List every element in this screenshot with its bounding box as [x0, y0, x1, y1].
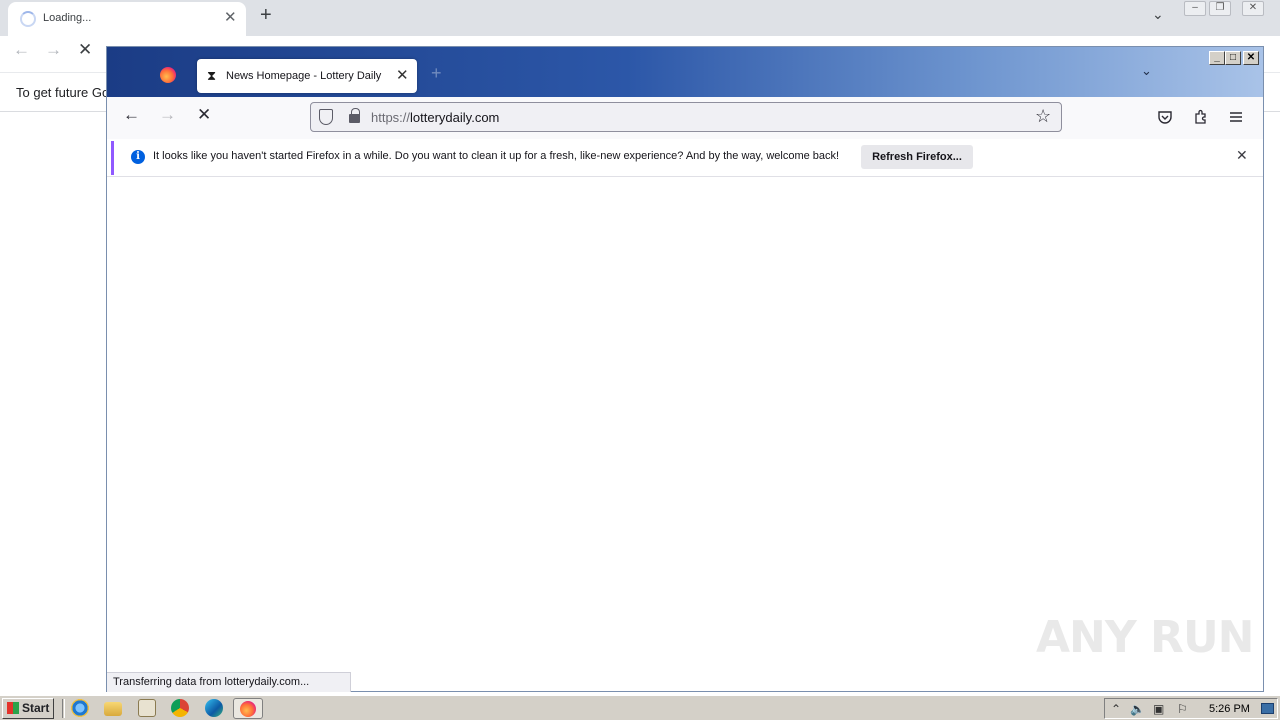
clock[interactable]: 5:26 PM	[1209, 703, 1250, 715]
chrome-tab-title: Loading...	[43, 12, 92, 24]
firefox-close-button[interactable]: ✕	[1243, 51, 1259, 65]
show-desktop-icon[interactable]	[1261, 703, 1274, 714]
chrome-close-button[interactable]: ✕	[1242, 1, 1264, 16]
chrome-tab-search-icon[interactable]: ⌄	[1152, 6, 1164, 23]
tray-expand-icon[interactable]: ⌃	[1111, 702, 1121, 716]
forward-icon[interactable]: →	[159, 105, 176, 125]
system-tray: ⌃ 🔈 ▣ ⚐ 5:26 PM	[1104, 698, 1278, 719]
status-panel: Transferring data from lotterydaily.com.…	[107, 672, 351, 692]
pocket-icon[interactable]	[1157, 109, 1173, 125]
firefox-new-tab-icon[interactable]: +	[431, 63, 442, 84]
back-icon[interactable]: ←	[123, 105, 140, 125]
firefox-tab-list-icon[interactable]: ⌄	[1141, 63, 1152, 79]
extensions-puzzle-icon[interactable]	[1193, 109, 1209, 125]
firefox-minimize-button[interactable]: _	[1209, 51, 1225, 65]
chrome-back-icon[interactable]: ←	[13, 40, 30, 60]
bookmark-star-icon[interactable]: ☆	[1035, 106, 1051, 127]
lock-icon[interactable]	[349, 108, 360, 123]
url-bar[interactable]: https://lotterydaily.com ☆	[310, 102, 1062, 132]
firefox-taskbar-button[interactable]	[233, 698, 263, 719]
firefox-window: ⧗ News Homepage - Lottery Daily ✕ + ⌄ _ …	[106, 46, 1264, 692]
firefox-titlebar: ⧗ News Homepage - Lottery Daily ✕ + ⌄ _ …	[107, 47, 1263, 97]
network-icon[interactable]: ▣	[1153, 702, 1164, 716]
chrome-minimize-button[interactable]: –	[1184, 1, 1206, 16]
url-host: lotterydaily.com	[410, 110, 500, 125]
watermark: ANY RUN	[1036, 612, 1254, 663]
stop-icon[interactable]: ✕	[197, 105, 211, 125]
firefox-tab-title: News Homepage - Lottery Daily	[226, 70, 382, 82]
tracking-protection-shield-icon[interactable]	[319, 109, 333, 125]
chrome-new-tab-icon[interactable]: +	[260, 4, 272, 27]
url-protocol: https://	[371, 110, 411, 125]
chrome-icon[interactable]	[171, 699, 189, 717]
firefox-maximize-button[interactable]: □	[1225, 51, 1241, 65]
firefox-taskbar-icon	[240, 701, 256, 717]
chrome-restore-button[interactable]: ❐	[1209, 1, 1231, 16]
internet-explorer-icon[interactable]	[71, 699, 89, 717]
action-center-flag-icon[interactable]: ⚐	[1177, 702, 1188, 716]
loading-spinner-icon	[20, 11, 36, 27]
hourglass-icon: ⧗	[207, 68, 217, 83]
file-explorer-icon[interactable]	[104, 702, 122, 716]
start-button[interactable]: Start	[2, 698, 54, 719]
volume-icon[interactable]: 🔈	[1130, 702, 1145, 716]
refresh-firefox-notification: i It looks like you haven't started Fire…	[111, 141, 1257, 175]
taskbar: Start ⌃ 🔈 ▣ ⚐ 5:26 PM	[0, 695, 1280, 720]
taskbar-separator	[62, 699, 65, 718]
info-icon: i	[131, 150, 145, 164]
chrome-tab-close-icon[interactable]: ✕	[224, 8, 237, 26]
notification-message: It looks like you haven't started Firefo…	[153, 150, 840, 162]
start-label: Start	[22, 701, 50, 715]
firefox-logo-icon	[160, 67, 176, 83]
chrome-infobar-text: To get future Go	[16, 85, 110, 100]
refresh-firefox-button[interactable]: Refresh Firefox...	[861, 145, 973, 169]
media-player-icon[interactable]	[138, 699, 156, 717]
edge-icon[interactable]	[205, 699, 223, 717]
hamburger-menu-icon[interactable]	[1229, 110, 1243, 124]
content-divider	[107, 176, 1263, 177]
chrome-forward-icon[interactable]: →	[45, 40, 62, 60]
firefox-tab-close-icon[interactable]: ✕	[396, 66, 409, 84]
notification-close-icon[interactable]: ✕	[1236, 147, 1248, 164]
firefox-tab[interactable]: ⧗ News Homepage - Lottery Daily ✕	[197, 59, 417, 93]
url-text[interactable]: https://lotterydaily.com	[371, 110, 499, 125]
chrome-tab[interactable]: Loading... ✕	[8, 2, 246, 36]
chrome-stop-icon[interactable]: ✕	[78, 40, 92, 60]
chrome-tabstrip: Loading... ✕ + ⌄ – ❐ ✕	[0, 0, 1280, 36]
windows-flag-icon	[7, 702, 19, 714]
